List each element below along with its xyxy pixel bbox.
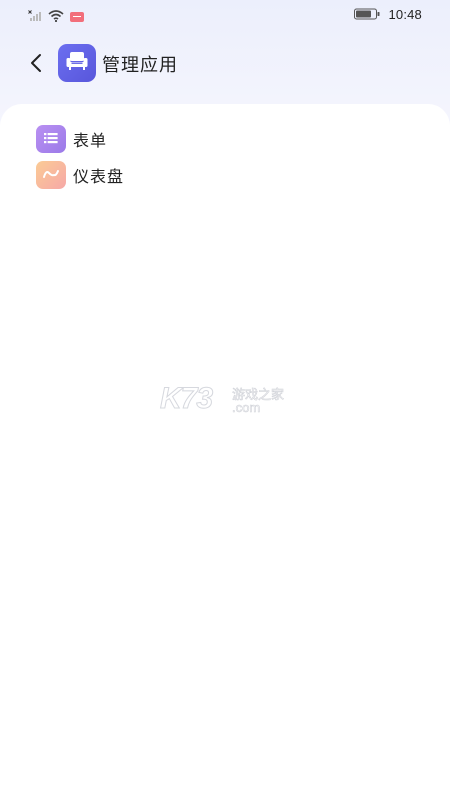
page-title: 管理应用 <box>102 55 178 76</box>
no-signal-icon <box>28 7 42 26</box>
list-icon <box>43 130 59 149</box>
watermark-domain: .com <box>232 400 261 416</box>
watermark-logo: K73 <box>159 382 213 416</box>
dashboard-icon-badge <box>36 161 66 189</box>
header: 管理应用 <box>0 40 450 84</box>
app-icon <box>58 44 96 82</box>
trend-line-icon <box>42 166 60 185</box>
status-right: 10:48 <box>354 5 422 24</box>
menu-item-form[interactable]: 表单 <box>36 125 107 153</box>
chevron-left-icon <box>26 54 48 78</box>
status-left <box>28 7 84 26</box>
sim-alert-icon <box>70 11 84 22</box>
menu-item-dashboard[interactable]: 仪表盘 <box>36 161 124 189</box>
menu-item-label: 表单 <box>73 131 108 150</box>
form-icon-badge <box>36 125 66 153</box>
wifi-icon <box>48 7 64 26</box>
status-bar: 10:48 <box>0 0 450 30</box>
menu-item-label: 仪表盘 <box>73 167 125 186</box>
back-button[interactable] <box>26 52 48 74</box>
couch-icon <box>65 50 89 76</box>
battery-icon <box>354 5 380 24</box>
k73-watermark: K73 游戏之家 .com <box>159 382 290 418</box>
content-card: 表单 仪表盘 <box>0 104 450 800</box>
status-time: 10:48 <box>388 7 422 22</box>
